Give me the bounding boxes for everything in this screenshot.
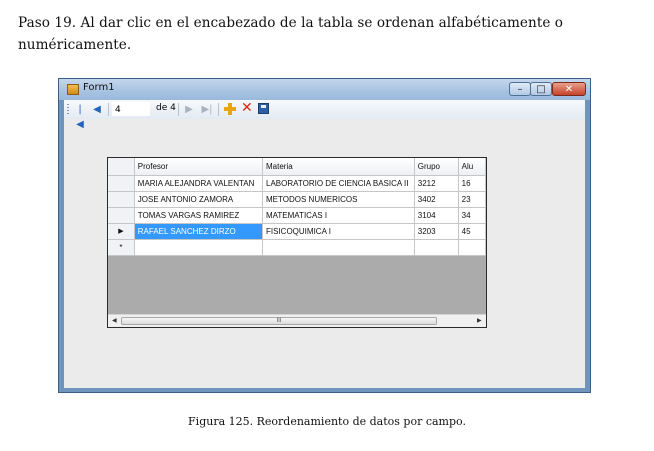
new-row-asterisk-icon[interactable]: *: [108, 239, 135, 256]
move-last-icon[interactable]: ▶|: [201, 102, 213, 117]
toolbar-separator: [108, 103, 109, 116]
column-header-materia[interactable]: Materia: [262, 158, 415, 176]
table-cell[interactable]: FISICOQUIMICA I: [262, 223, 415, 240]
title-bar[interactable]: Form1 – □ ✕: [59, 79, 590, 100]
row-header[interactable]: [108, 191, 135, 208]
column-header-alumnos[interactable]: Alu: [458, 158, 486, 176]
column-header-grupo[interactable]: Grupo: [414, 158, 459, 176]
table-row[interactable]: TOMAS VARGAS RAMIREZ MATEMATICAS I 3104 …: [108, 207, 486, 224]
table-cell[interactable]: METODOS NUMERICOS: [262, 191, 415, 208]
figure-caption: Figura 125. Reordenamiento de datos por …: [188, 415, 466, 428]
scrollbar-thumb[interactable]: III: [121, 317, 437, 325]
binding-navigator: |◀ ◀ 4 de 4 ▶ ▶| ✕: [64, 100, 585, 130]
table-row[interactable]: MARIA ALEJANDRA VALENTAN LABORATORIO DE …: [108, 175, 486, 192]
horizontal-scrollbar[interactable]: ◀ III ▶: [108, 314, 486, 327]
toolbar-grip-icon[interactable]: [67, 104, 69, 115]
count-label: de 4: [156, 103, 176, 113]
data-grid-view[interactable]: Profesor Materia Grupo Alu MARIA ALEJAND…: [107, 157, 487, 328]
add-new-icon[interactable]: [224, 103, 236, 115]
table-row-current[interactable]: ▶ RAFAEL SANCHEZ DIRZO FISICOQUIMICA I 3…: [108, 223, 486, 240]
table-cell[interactable]: 45: [458, 223, 486, 240]
close-button[interactable]: ✕: [552, 82, 586, 96]
instruction-line-1: Paso 19. Al dar clic en el encabezado de…: [18, 15, 564, 31]
toolbar-separator: [178, 103, 179, 116]
table-cell[interactable]: 3212: [414, 175, 459, 192]
table-cell[interactable]: [458, 239, 486, 256]
new-row[interactable]: *: [108, 239, 486, 256]
table-cell[interactable]: 3203: [414, 223, 459, 240]
instruction-line-2: numéricamente.: [18, 37, 132, 53]
scroll-left-icon[interactable]: ◀: [112, 315, 117, 327]
instruction-paragraph: Paso 19. Al dar clic en el encabezado de…: [18, 12, 640, 56]
table-cell[interactable]: 3402: [414, 191, 459, 208]
selected-cell[interactable]: RAFAEL SANCHEZ DIRZO: [134, 223, 264, 240]
table-cell[interactable]: 16: [458, 175, 486, 192]
minimize-button[interactable]: –: [509, 82, 531, 96]
position-input[interactable]: 4: [112, 102, 150, 116]
save-icon[interactable]: [258, 103, 269, 114]
table-cell[interactable]: [134, 239, 264, 256]
table-cell[interactable]: MARIA ALEJANDRA VALENTAN: [134, 175, 264, 192]
form-client-area: |◀ ◀ 4 de 4 ▶ ▶| ✕ Profesor Materia Grup…: [64, 100, 585, 388]
table-cell[interactable]: [262, 239, 415, 256]
table-cell[interactable]: JOSE ANTONIO ZAMORA: [134, 191, 264, 208]
row-header-corner[interactable]: [108, 158, 135, 176]
row-header[interactable]: [108, 207, 135, 224]
table-row[interactable]: JOSE ANTONIO ZAMORA METODOS NUMERICOS 34…: [108, 191, 486, 208]
toolbar-separator: [218, 103, 219, 116]
move-next-icon[interactable]: ▶: [185, 102, 193, 117]
table-cell[interactable]: TOMAS VARGAS RAMIREZ: [134, 207, 264, 224]
delete-icon[interactable]: ✕: [241, 101, 253, 116]
scroll-right-icon[interactable]: ▶: [477, 315, 482, 327]
move-previous-icon[interactable]: ◀: [93, 102, 101, 117]
current-row-arrow-icon[interactable]: ▶: [108, 223, 135, 240]
form-window: Form1 – □ ✕ |◀ ◀ 4 de 4 ▶ ▶| ✕ Profesor …: [58, 78, 591, 393]
table-cell[interactable]: 34: [458, 207, 486, 224]
row-header[interactable]: [108, 175, 135, 192]
table-cell[interactable]: MATEMATICAS I: [262, 207, 415, 224]
table-cell[interactable]: 3104: [414, 207, 459, 224]
maximize-button[interactable]: □: [530, 82, 552, 96]
table-cell[interactable]: [414, 239, 459, 256]
column-header-profesor[interactable]: Profesor: [134, 158, 264, 176]
window-title: Form1: [83, 82, 115, 93]
table-cell[interactable]: LABORATORIO DE CIENCIA BASICA II: [262, 175, 415, 192]
table-cell[interactable]: 23: [458, 191, 486, 208]
move-first-icon[interactable]: |◀: [75, 102, 85, 130]
form-app-icon: [67, 84, 79, 95]
